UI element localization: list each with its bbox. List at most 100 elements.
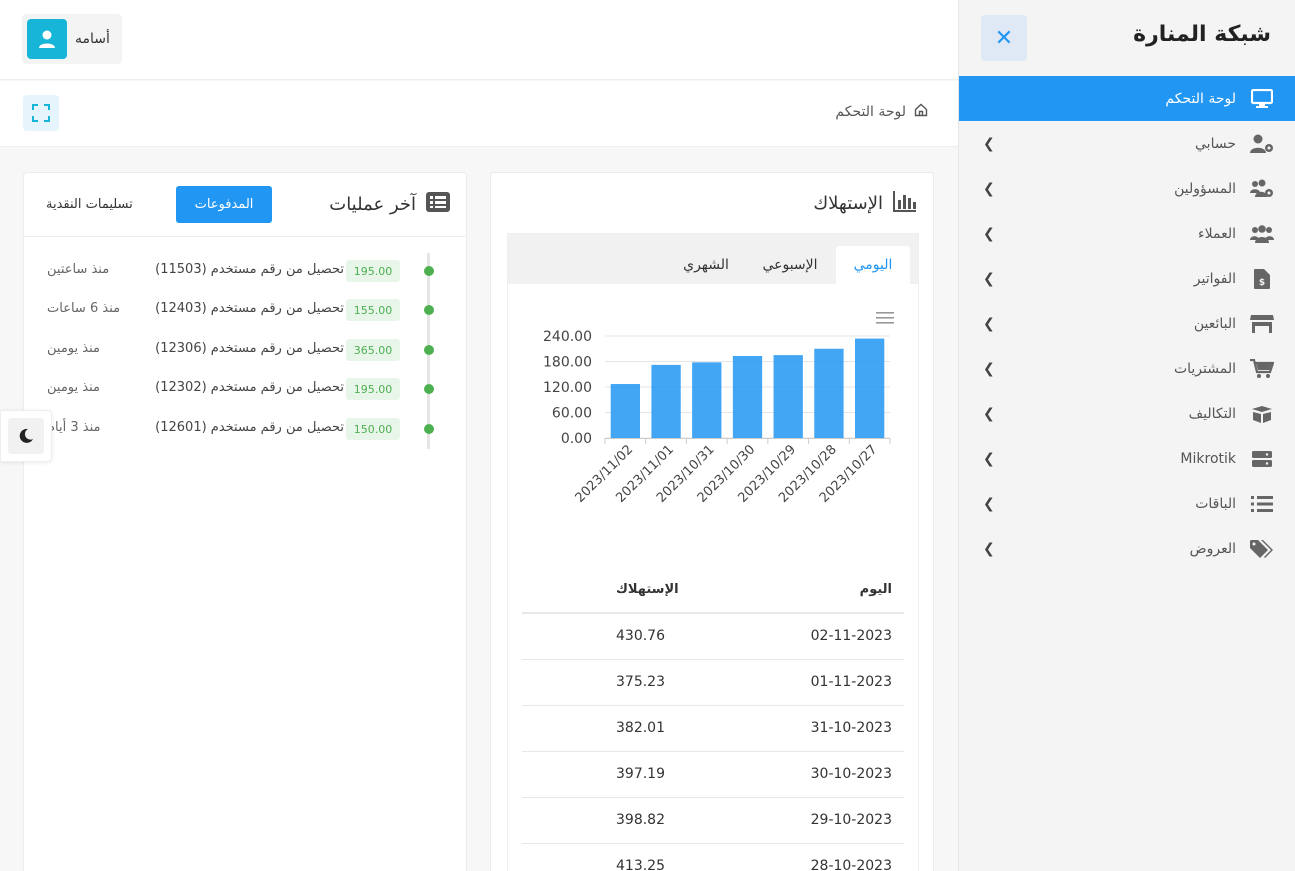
operation-time: منذ 3 أيام xyxy=(47,420,101,435)
user-avatar-icon xyxy=(27,19,67,59)
cell-usage: 375.23 xyxy=(616,674,665,690)
y-tick-label: 120.00 xyxy=(543,380,592,396)
cell-day: 30-10-2023 xyxy=(810,766,892,782)
box-open-icon xyxy=(1250,402,1274,426)
cell-day: 31-10-2023 xyxy=(810,720,892,736)
sidebar-item-label: الباقات xyxy=(1195,495,1236,512)
close-icon: ✕ xyxy=(994,25,1014,51)
y-tick-label: 60.00 xyxy=(552,406,592,422)
sidebar-item-dashboard[interactable]: لوحة التحكم xyxy=(959,76,1295,121)
operations-title-text: آخر عمليات xyxy=(329,194,416,215)
svg-text:$: $ xyxy=(1259,278,1265,288)
bar xyxy=(651,364,681,438)
operation-text: تحصيل من رقم مستخدم (11503) xyxy=(155,262,344,277)
fullscreen-icon xyxy=(32,104,50,122)
chevron-left-icon: ❮ xyxy=(983,360,995,377)
table-row: 29-10-2023 398.82 xyxy=(522,798,904,844)
sidebar-item-offers[interactable]: ❮ العروض xyxy=(959,526,1295,571)
close-sidebar-button[interactable]: ✕ xyxy=(981,15,1027,61)
column-header-usage: الإستهلاك xyxy=(616,582,679,597)
bar xyxy=(732,355,763,438)
server-icon xyxy=(1250,447,1274,471)
sidebar-item-vendors[interactable]: ❮ البائعين xyxy=(959,301,1295,346)
chevron-left-icon: ❮ xyxy=(983,315,995,332)
usage-bar-chart: 240.00180.00120.0060.000.002023/11/02202… xyxy=(543,329,891,506)
dark-mode-toggle[interactable] xyxy=(0,410,52,462)
tab-weekly[interactable]: الإسبوعي xyxy=(746,246,834,284)
operation-time: منذ يومين xyxy=(47,341,100,356)
sidebar-item-label: لوحة التحكم xyxy=(1165,90,1236,107)
sidebar-item-customers[interactable]: ❮ العملاء xyxy=(959,211,1295,256)
chevron-left-icon: ❮ xyxy=(983,540,995,557)
sidebar-item-invoices[interactable]: ❮ $ الفواتير xyxy=(959,256,1295,301)
bar-chart-icon xyxy=(893,190,917,217)
cell-usage: 398.82 xyxy=(616,812,665,828)
operations-timeline: 195.00 تحصيل من رقم مستخدم (11503) منذ س… xyxy=(24,253,468,453)
sidebar-item-admins[interactable]: ❮ المسؤولين xyxy=(959,166,1295,211)
timeline-item: 150.00 تحصيل من رقم مستخدم (12601) منذ 3… xyxy=(24,417,468,441)
sidebar-item-label: حسابي xyxy=(1195,135,1236,152)
amount-badge: 365.00 xyxy=(346,339,400,361)
operation-text: تحصيل من رقم مستخدم (12601) xyxy=(155,420,344,435)
breadcrumb-bar: لوحة التحكم xyxy=(0,81,958,147)
last-operations-card: آخر عمليات المدفوعات تسليمات النقدية 195… xyxy=(23,172,467,871)
users-icon xyxy=(1250,222,1274,246)
operation-time: منذ يومين xyxy=(47,380,100,395)
cell-usage: 397.19 xyxy=(616,766,665,782)
amount-badge: 150.00 xyxy=(346,418,400,440)
cell-day: 28-10-2023 xyxy=(810,858,892,871)
y-tick-label: 0.00 xyxy=(561,431,592,447)
usage-title-text: الإستهلاك xyxy=(813,193,883,214)
cash-deliveries-tab-button[interactable]: تسليمات النقدية xyxy=(46,186,133,223)
cart-icon xyxy=(1250,357,1274,381)
sidebar-item-costs[interactable]: ❮ التكاليف xyxy=(959,391,1295,436)
sidebar-item-label: الفواتير xyxy=(1193,270,1236,287)
timeline-dot xyxy=(424,345,434,355)
sidebar-item-mikrotik[interactable]: ❮ Mikrotik xyxy=(959,436,1295,481)
chevron-left-icon: ❮ xyxy=(983,225,995,242)
chart-menu-icon[interactable] xyxy=(876,310,894,329)
timeline-item: 155.00 تحصيل من رقم مستخدم (12403) منذ 6… xyxy=(24,298,468,322)
list-icon xyxy=(1250,492,1274,516)
tab-monthly[interactable]: الشهري xyxy=(666,246,746,284)
usage-panel: اليومي الإسبوعي الشهري 240.00 180.00 120.0… xyxy=(507,233,919,871)
invoice-dollar-icon: $ xyxy=(1250,267,1274,291)
usage-tabs: اليومي الإسبوعي الشهري xyxy=(508,234,918,284)
sidebar-item-packages[interactable]: ❮ الباقات xyxy=(959,481,1295,526)
cell-day: 01-11-2023 xyxy=(810,674,892,690)
sidebar-item-my-account[interactable]: ❮ حسابي xyxy=(959,121,1295,166)
table-row: 30-10-2023 397.19 xyxy=(522,752,904,798)
topbar: أسامه xyxy=(0,0,958,80)
sidebar: شبكة المنارة ✕ لوحة التحكم ❮ حسابي ❮ الم… xyxy=(958,0,1295,871)
y-tick-label: 240.00 xyxy=(543,329,592,345)
list-icon xyxy=(426,192,450,217)
cell-usage: 430.76 xyxy=(616,628,665,644)
users-cog-icon xyxy=(1250,177,1274,201)
operation-text: تحصيل من رقم مستخدم (12306) xyxy=(155,341,344,356)
amount-badge: 195.00 xyxy=(346,378,400,400)
user-menu[interactable]: أسامه xyxy=(22,14,122,64)
fullscreen-button[interactable] xyxy=(23,95,59,131)
table-row: 28-10-2023 413.25 xyxy=(522,844,904,871)
tags-icon xyxy=(1250,537,1274,561)
sidebar-item-label: التكاليف xyxy=(1188,405,1236,422)
bar xyxy=(692,362,722,438)
table-row: 01-11-2023 375.23 xyxy=(522,660,904,706)
store-icon xyxy=(1250,312,1274,336)
chevron-left-icon: ❮ xyxy=(983,180,995,197)
user-name: أسامه xyxy=(75,31,110,47)
usage-table: اليوم الإستهلاك 02-11-2023 430.76 01-11-… xyxy=(522,564,904,871)
bar xyxy=(610,384,641,438)
bar xyxy=(854,338,885,438)
operation-time: منذ ساعتين xyxy=(47,262,110,277)
sidebar-item-purchases[interactable]: ❮ المشتريات xyxy=(959,346,1295,391)
table-header: اليوم الإستهلاك xyxy=(522,564,904,614)
home-icon[interactable] xyxy=(914,103,928,121)
breadcrumb: لوحة التحكم xyxy=(835,103,928,121)
tab-daily[interactable]: اليومي xyxy=(836,246,910,284)
monitor-icon xyxy=(1250,87,1274,111)
chevron-left-icon: ❮ xyxy=(983,270,995,287)
payments-tab-button[interactable]: المدفوعات xyxy=(176,186,272,223)
cell-usage: 413.25 xyxy=(616,858,665,871)
usage-chart: 240.00 180.00 120.00 60.00 0.00 2023/11/02 202… xyxy=(508,284,918,564)
